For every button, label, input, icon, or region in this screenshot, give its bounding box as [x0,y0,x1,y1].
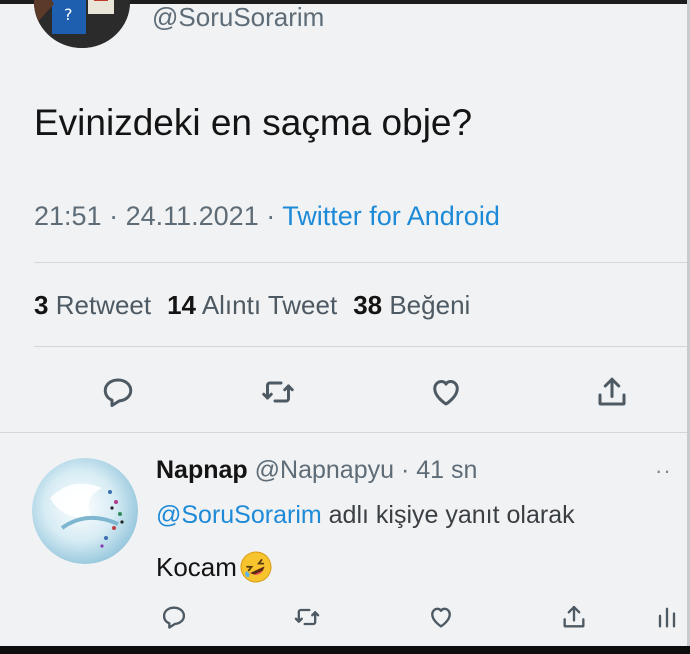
divider [34,262,690,263]
tweet-date[interactable]: 24.11.2021 [126,201,259,231]
like-icon [431,607,451,628]
reply-like-button[interactable] [424,600,458,634]
tweet-actions [0,368,690,418]
bottom-edge [0,646,690,654]
reply-author-handle[interactable]: @Napnapyu [255,456,394,484]
reply-header: Napnap @Napnapyu · 41 sn [156,456,477,485]
author-handle[interactable]: @SoruSorarim [152,2,324,33]
reply-share-button[interactable] [557,600,591,634]
retweets-stat[interactable]: 3 Retweet [34,290,151,320]
reply-icon [162,606,186,629]
svg-text:?: ? [64,5,73,24]
likes-label: Beğeni [389,290,471,320]
reply-retweet-button[interactable] [290,600,324,634]
reply-avatar[interactable] [32,458,138,564]
retweet-icon [262,381,294,403]
likes-count: 38 [353,290,383,320]
tweet-stats: 3 Retweet 14 Alıntı Tweet 38 Beğeni [34,290,470,321]
reply-icon [103,378,133,407]
quotes-stat[interactable]: 14 Alıntı Tweet [167,290,337,320]
meta-separator: · [258,201,283,231]
tweet-detail-screen: ? @SoruSorarim Evinizdeki en saçma obje?… [0,0,690,654]
author-avatar[interactable]: ? [34,0,130,48]
reply-actions [0,598,690,638]
retweet-icon [294,608,320,626]
rolling-laughing-emoji-icon [240,551,272,583]
replying-to: @SoruSorarim adlı kişiye yanıt olarak [156,501,575,530]
like-button[interactable] [426,372,466,412]
reply-text: Kocam [156,550,273,584]
reply-reply-button[interactable] [157,600,191,634]
likes-stat[interactable]: 38 Beğeni [353,290,470,320]
like-icon [433,380,459,406]
reply-text-body: Kocam [156,551,237,582]
reply-separator: · [394,456,417,484]
divider [34,346,690,347]
reply-author-name[interactable]: Napnap [156,456,248,484]
retweets-count: 3 [34,290,49,320]
analytics-icon [658,607,676,628]
replying-label: adlı kişiye yanıt olarak [321,501,575,529]
retweet-button[interactable] [258,372,298,412]
replying-mention[interactable]: @SoruSorarim [156,501,322,529]
reply-button[interactable] [98,372,138,412]
retweets-label: Retweet [55,290,152,320]
more-options-icon[interactable]: ·· [655,458,672,484]
tweet-source[interactable]: Twitter for Android [282,201,500,231]
tweet-time: 21:51 [34,201,102,231]
tweet-text: Evinizdeki en saçma obje? [34,102,473,143]
reply-age[interactable]: 41 sn [416,456,477,484]
tweet-meta: 21:51 · 24.11.2021 · Twitter for Android [34,201,500,232]
meta-separator: · [101,201,126,231]
divider [0,432,690,433]
reply-tweet[interactable]: Napnap @Napnapyu · 41 sn ·· @SoruSorarim… [0,440,690,640]
quotes-count: 14 [167,290,197,320]
share-icon [598,377,626,406]
reply-analytics-button[interactable] [650,600,684,634]
share-icon [563,605,585,628]
quotes-label: Alıntı Tweet [201,290,338,320]
share-button[interactable] [592,372,632,412]
